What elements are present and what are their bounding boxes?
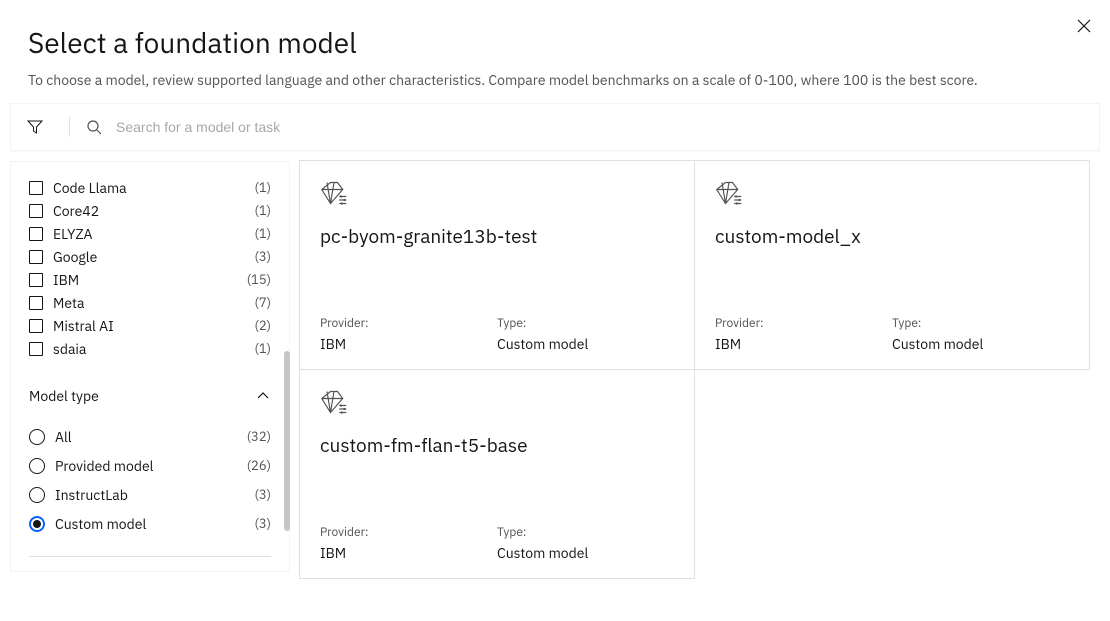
chevron-up-icon: [255, 388, 271, 404]
filter-radio-all[interactable]: All (32): [29, 422, 271, 451]
meta-provider-value: IBM: [320, 335, 497, 353]
search-icon: [84, 119, 104, 135]
checkbox-icon: [29, 227, 43, 241]
provider-filter-list: Code Llama (1) Core42 (1) ELYZA (1) Goog…: [11, 176, 289, 360]
model-card[interactable]: custom-model_x Provider: IBM Type: Custo…: [694, 160, 1090, 370]
meta-type-label: Type:: [497, 316, 674, 331]
filter-checkbox-meta[interactable]: Meta (7): [29, 291, 271, 314]
filter-label: Google: [53, 248, 254, 266]
meta-provider-label: Provider:: [320, 525, 497, 540]
filter-count: (2): [254, 317, 271, 334]
meta-type-value: Custom model: [497, 335, 674, 353]
meta-type-label: Type:: [497, 525, 674, 540]
filter-count: (15): [247, 271, 271, 288]
checkbox-icon: [29, 273, 43, 287]
filter-count: (3): [254, 515, 271, 532]
filter-checkbox-ibm[interactable]: IBM (15): [29, 268, 271, 291]
filter-radio-instructlab[interactable]: InstructLab (3): [29, 480, 271, 509]
divider: [69, 117, 70, 137]
filter-label: Mistral AI: [53, 317, 254, 335]
sidebar: Code Llama (1) Core42 (1) ELYZA (1) Goog…: [0, 151, 290, 621]
model-type-section-toggle[interactable]: Model type: [11, 376, 289, 416]
diamond-sliders-icon: [320, 179, 674, 207]
page-subtitle: To choose a model, review supported lang…: [28, 71, 1082, 89]
diamond-sliders-icon: [320, 388, 674, 416]
meta-provider-label: Provider:: [320, 316, 497, 331]
checkbox-icon: [29, 319, 43, 333]
filter-radio-custom-model[interactable]: Custom model (3): [29, 509, 271, 538]
filter-label: Provided model: [55, 457, 247, 475]
filter-checkbox-code-llama[interactable]: Code Llama (1): [29, 176, 271, 199]
filter-count: (1): [254, 179, 271, 196]
filter-label: Code Llama: [53, 179, 254, 197]
checkbox-icon: [29, 342, 43, 356]
meta-provider-value: IBM: [715, 335, 892, 353]
model-card[interactable]: pc-byom-granite13b-test Provider: IBM Ty…: [299, 160, 695, 370]
model-card-meta: Provider: IBM Type: Custom model: [715, 316, 1069, 353]
search-input[interactable]: [116, 119, 1083, 135]
filter-label: InstructLab: [55, 486, 254, 504]
filter-count: (32): [247, 428, 271, 445]
filter-label: IBM: [53, 271, 247, 289]
filter-icon: [27, 119, 43, 135]
checkbox-icon: [29, 204, 43, 218]
search-bar: [10, 103, 1100, 151]
model-card[interactable]: custom-fm-flan-t5-base Provider: IBM Typ…: [299, 369, 695, 579]
model-type-filter-list: All (32) Provided model (26) InstructLab…: [11, 422, 289, 538]
model-card-title: custom-fm-flan-t5-base: [320, 434, 674, 525]
filter-label: All: [55, 428, 247, 446]
page-title: Select a foundation model: [28, 24, 1082, 61]
filter-button[interactable]: [27, 119, 55, 135]
filter-label: Core42: [53, 202, 254, 220]
filter-count: (26): [247, 457, 271, 474]
meta-type-value: Custom model: [497, 544, 674, 562]
filter-label: Custom model: [55, 515, 254, 533]
content-area: Code Llama (1) Core42 (1) ELYZA (1) Goog…: [0, 151, 1110, 621]
radio-icon: [29, 429, 45, 445]
meta-type-label: Type:: [892, 316, 1069, 331]
filter-count: (1): [254, 340, 271, 357]
meta-type-value: Custom model: [892, 335, 1069, 353]
model-cards-grid: pc-byom-granite13b-test Provider: IBM Ty…: [290, 151, 1110, 621]
meta-provider-value: IBM: [320, 544, 497, 562]
radio-icon: [29, 487, 45, 503]
filter-checkbox-google[interactable]: Google (3): [29, 245, 271, 268]
checkbox-icon: [29, 250, 43, 264]
filter-count: (3): [254, 248, 271, 265]
section-title: Model type: [29, 387, 255, 405]
filter-checkbox-sdaia[interactable]: sdaia (1): [29, 337, 271, 360]
meta-provider-label: Provider:: [715, 316, 892, 331]
scrollbar[interactable]: [284, 351, 290, 531]
model-card-title: pc-byom-granite13b-test: [320, 225, 674, 316]
filter-checkbox-mistral-ai[interactable]: Mistral AI (2): [29, 314, 271, 337]
diamond-sliders-icon: [715, 179, 1069, 207]
model-card-meta: Provider: IBM Type: Custom model: [320, 525, 674, 562]
filter-label: ELYZA: [53, 225, 254, 243]
model-card-meta: Provider: IBM Type: Custom model: [320, 316, 674, 353]
model-card-title: custom-model_x: [715, 225, 1069, 316]
divider: [29, 556, 271, 557]
close-button[interactable]: [1072, 14, 1096, 38]
radio-icon: [29, 516, 45, 532]
filter-radio-provided-model[interactable]: Provided model (26): [29, 451, 271, 480]
filter-label: Meta: [53, 294, 254, 312]
filter-label: sdaia: [53, 340, 254, 358]
filter-checkbox-core42[interactable]: Core42 (1): [29, 199, 271, 222]
filter-count: (7): [254, 294, 271, 311]
modal-header: Select a foundation model To choose a mo…: [0, 0, 1110, 103]
checkbox-icon: [29, 181, 43, 195]
checkbox-icon: [29, 296, 43, 310]
filter-count: (3): [254, 486, 271, 503]
filter-count: (1): [254, 202, 271, 219]
radio-icon: [29, 458, 45, 474]
close-icon: [1076, 18, 1092, 34]
filter-count: (1): [254, 225, 271, 242]
filter-checkbox-elyza[interactable]: ELYZA (1): [29, 222, 271, 245]
